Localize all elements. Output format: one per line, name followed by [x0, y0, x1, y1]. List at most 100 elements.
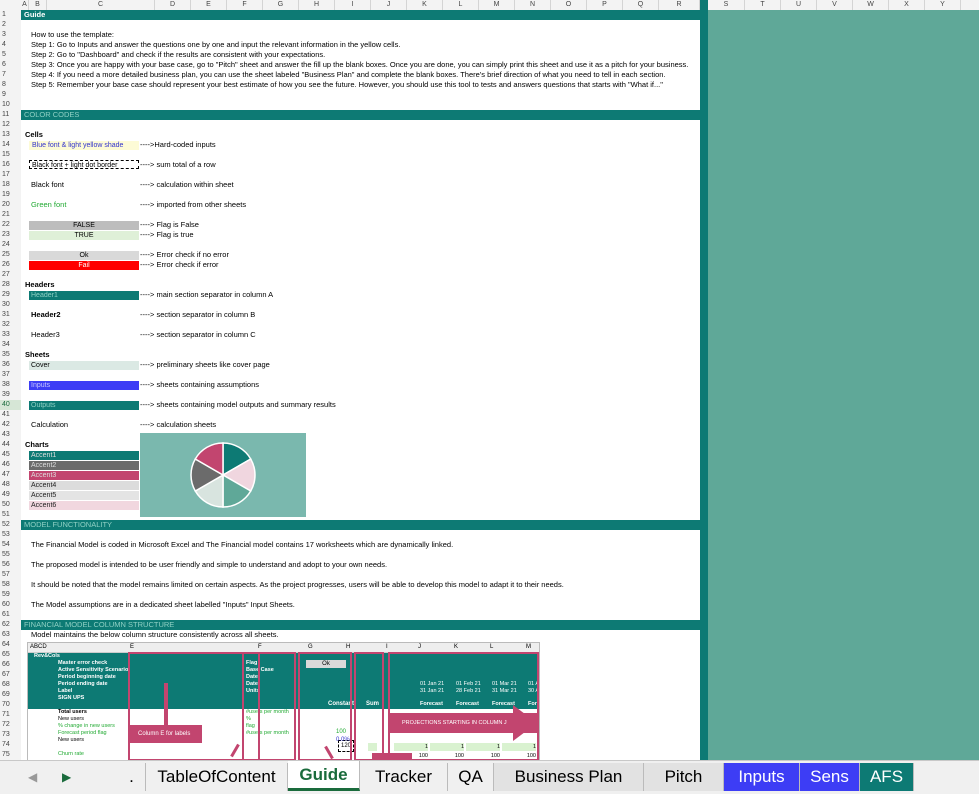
- row-header-42[interactable]: 42: [0, 420, 21, 430]
- accent-swatch-5[interactable]: Accent5: [29, 491, 139, 500]
- row-header-5[interactable]: 5: [0, 50, 21, 60]
- row-header-12[interactable]: 12: [0, 120, 21, 130]
- row-header-44[interactable]: 44: [0, 440, 21, 450]
- row-header-26[interactable]: 26: [0, 260, 21, 270]
- row-header-73[interactable]: 73: [0, 730, 21, 740]
- column-header-x[interactable]: X: [889, 0, 925, 10]
- row-header-50[interactable]: 50: [0, 500, 21, 510]
- column-header-a[interactable]: A: [21, 0, 29, 10]
- row-header-72[interactable]: 72: [0, 720, 21, 730]
- row-header-70[interactable]: 70: [0, 700, 21, 710]
- row-header-36[interactable]: 36: [0, 360, 21, 370]
- column-header-l[interactable]: L: [443, 0, 479, 10]
- row-header-10[interactable]: 10: [0, 100, 21, 110]
- sheet-tab-business-plan[interactable]: Business Plan: [494, 763, 644, 791]
- row-header-66[interactable]: 66: [0, 660, 21, 670]
- sheet-tab-tracker[interactable]: Tracker: [360, 763, 448, 791]
- scroll-tabs-right-icon[interactable]: ▶: [62, 763, 71, 791]
- row-header-9[interactable]: 9: [0, 90, 21, 100]
- row-header-3[interactable]: 3: [0, 30, 21, 40]
- column-header-q[interactable]: Q: [623, 0, 659, 10]
- row-header-32[interactable]: 32: [0, 320, 21, 330]
- accent-swatch-2[interactable]: Accent2: [29, 461, 139, 470]
- row-header-22[interactable]: 22: [0, 220, 21, 230]
- row-header-71[interactable]: 71: [0, 710, 21, 720]
- row-header-47[interactable]: 47: [0, 470, 21, 480]
- row-header-52[interactable]: 52: [0, 520, 21, 530]
- column-header-n[interactable]: N: [515, 0, 551, 10]
- outputs-swatch[interactable]: Outputs: [29, 401, 139, 410]
- row-header-4[interactable]: 4: [0, 40, 21, 50]
- row-header-1[interactable]: 1: [0, 10, 21, 20]
- column-header-g[interactable]: G: [263, 0, 299, 10]
- row-header-18[interactable]: 18: [0, 180, 21, 190]
- row-header-21[interactable]: 21: [0, 210, 21, 220]
- inputs-swatch[interactable]: Inputs: [29, 381, 139, 390]
- row-header-37[interactable]: 37: [0, 370, 21, 380]
- guide-sheet-grid[interactable]: Guide How to use the template: Step 1: G…: [21, 10, 700, 760]
- row-header-2[interactable]: 2: [0, 20, 21, 30]
- sheet-tab-afs[interactable]: AFS: [860, 763, 914, 791]
- row-header-25[interactable]: 25: [0, 250, 21, 260]
- row-header-74[interactable]: 74: [0, 740, 21, 750]
- column-header-t[interactable]: T: [745, 0, 781, 10]
- row-header-48[interactable]: 48: [0, 480, 21, 490]
- sheet-tab-pitch[interactable]: Pitch: [644, 763, 724, 791]
- sheet-tab-sens[interactable]: Sens: [800, 763, 860, 791]
- column-header-i[interactable]: I: [335, 0, 371, 10]
- row-header-63[interactable]: 63: [0, 630, 21, 640]
- row-header-60[interactable]: 60: [0, 600, 21, 610]
- row-header-23[interactable]: 23: [0, 230, 21, 240]
- column-header-h[interactable]: H: [299, 0, 335, 10]
- row-header-41[interactable]: 41: [0, 410, 21, 420]
- row-header-28[interactable]: 28: [0, 280, 21, 290]
- row-header-65[interactable]: 65: [0, 650, 21, 660]
- row-header-58[interactable]: 58: [0, 580, 21, 590]
- row-header-24[interactable]: 24: [0, 240, 21, 250]
- column-header-k[interactable]: K: [407, 0, 443, 10]
- accent-pie-chart[interactable]: [140, 433, 306, 517]
- sheet-tab-qa[interactable]: QA: [448, 763, 494, 791]
- column-header-u[interactable]: U: [781, 0, 817, 10]
- row-header-62[interactable]: 62: [0, 620, 21, 630]
- row-header-8[interactable]: 8: [0, 80, 21, 90]
- column-header-f[interactable]: F: [227, 0, 263, 10]
- row-header-46[interactable]: 46: [0, 460, 21, 470]
- row-header-57[interactable]: 57: [0, 570, 21, 580]
- row-header-33[interactable]: 33: [0, 330, 21, 340]
- row-header-51[interactable]: 51: [0, 510, 21, 520]
- column-header-w[interactable]: W: [853, 0, 889, 10]
- false-flag-cell[interactable]: FALSE: [29, 221, 139, 230]
- header1-swatch[interactable]: Header1: [29, 291, 139, 300]
- accent-swatch-4[interactable]: Accent4: [29, 481, 139, 490]
- row-header-14[interactable]: 14: [0, 140, 21, 150]
- row-header-53[interactable]: 53: [0, 530, 21, 540]
- row-header-30[interactable]: 30: [0, 300, 21, 310]
- scroll-tabs-left-icon[interactable]: ◀: [28, 763, 37, 791]
- column-header-j[interactable]: J: [371, 0, 407, 10]
- row-header-54[interactable]: 54: [0, 540, 21, 550]
- blue-font-swatch[interactable]: Blue font & light yellow shade: [29, 141, 139, 150]
- row-header-15[interactable]: 15: [0, 150, 21, 160]
- row-header-13[interactable]: 13: [0, 130, 21, 140]
- freeze-pane-divider[interactable]: [700, 0, 708, 760]
- sheet-tab-tableofcontent[interactable]: TableOfContent: [146, 763, 288, 791]
- row-header-20[interactable]: 20: [0, 200, 21, 210]
- column-header-r[interactable]: R: [659, 0, 700, 10]
- row-header-45[interactable]: 45: [0, 450, 21, 460]
- row-header-75[interactable]: 75: [0, 750, 21, 760]
- row-header-69[interactable]: 69: [0, 690, 21, 700]
- fail-check-cell[interactable]: Fail: [29, 261, 139, 270]
- true-flag-cell[interactable]: TRUE: [29, 231, 139, 240]
- column-header-c[interactable]: C: [47, 0, 155, 10]
- black-border-swatch[interactable]: Black font + light dot border: [29, 160, 139, 169]
- row-header-49[interactable]: 49: [0, 490, 21, 500]
- row-header-59[interactable]: 59: [0, 590, 21, 600]
- sheet-tab-guide[interactable]: Guide: [288, 761, 360, 791]
- accent-swatch-3[interactable]: Accent3: [29, 471, 139, 480]
- row-header-67[interactable]: 67: [0, 670, 21, 680]
- column-header-y[interactable]: Y: [925, 0, 961, 10]
- column-header-s[interactable]: S: [708, 0, 745, 10]
- column-header-d[interactable]: D: [155, 0, 191, 10]
- column-header-m[interactable]: M: [479, 0, 515, 10]
